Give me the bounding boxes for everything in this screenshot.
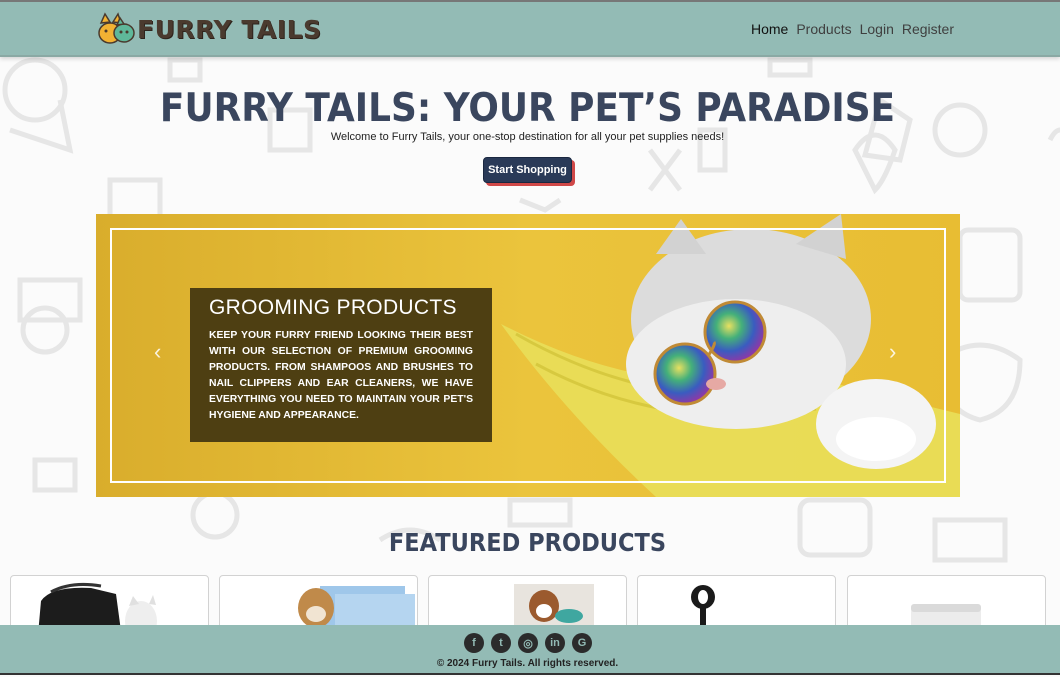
social-links: f t ◎ in G	[464, 633, 592, 653]
copyright-text: © 2024 Furry Tails. All rights reserved.	[436, 658, 619, 669]
chevron-left-icon[interactable]: ‹	[154, 339, 161, 365]
hero-title: FURRY TAILS: YOUR PET’S PARADISE	[159, 86, 896, 131]
instagram-icon[interactable]: ◎	[518, 633, 538, 653]
nav-home-link[interactable]: Home	[751, 21, 788, 37]
navbar: FURRY TAILS Home Products Login Register	[0, 0, 1060, 57]
nav-products-link[interactable]: Products	[796, 21, 851, 37]
hero-subtitle: Welcome to Furry Tails, your one-stop de…	[330, 131, 725, 143]
promo-carousel: GROOMING PRODUCTS Keep your furry friend…	[96, 214, 960, 497]
slide-description: Keep your furry friend looking their bes…	[209, 330, 473, 421]
brand-logo-link[interactable]: FURRY TAILS	[96, 11, 322, 47]
slide-title: GROOMING PRODUCTS	[209, 296, 457, 319]
page: FURRY TAILS Home Products Login Register…	[0, 0, 1060, 677]
featured-products-title: FEATURED PRODUCTS	[388, 528, 667, 557]
start-shopping-button[interactable]: Start Shopping	[483, 157, 572, 183]
brand-name: FURRY TAILS	[137, 14, 322, 44]
footer: f t ◎ in G © 2024 Furry Tails. All right…	[0, 625, 1060, 675]
nav-menu: Home Products Login Register	[743, 21, 954, 37]
nav-register-link[interactable]: Register	[902, 21, 954, 37]
google-icon[interactable]: G	[572, 633, 592, 653]
chevron-right-icon[interactable]: ›	[889, 339, 896, 365]
linkedin-icon[interactable]: in	[545, 633, 565, 653]
carousel-caption: GROOMING PRODUCTS Keep your furry friend…	[190, 288, 492, 442]
facebook-icon[interactable]: f	[464, 633, 484, 653]
twitter-icon[interactable]: t	[491, 633, 511, 653]
nav-login-link[interactable]: Login	[860, 21, 894, 37]
pets-logo-icon	[98, 12, 135, 44]
